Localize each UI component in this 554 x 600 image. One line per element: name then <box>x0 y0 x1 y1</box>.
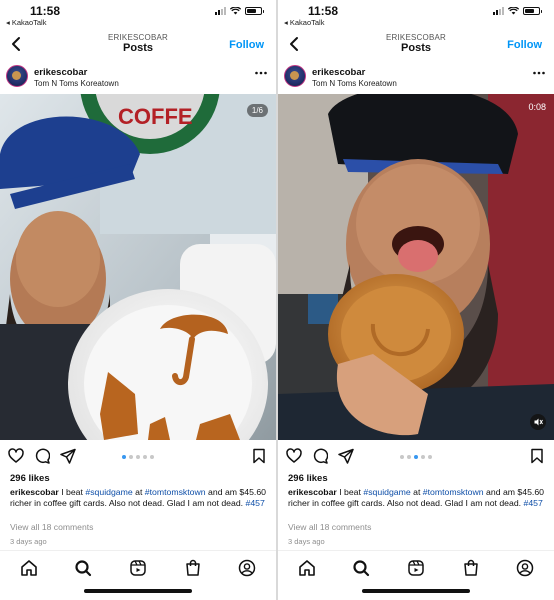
view-comments-link[interactable]: View all 18 comments <box>288 522 371 532</box>
screenshot-pair: 11:58 ◂ KakaoTalk ERIKESCOBAR Posts Foll… <box>0 0 554 600</box>
hashtag-link[interactable]: #457 <box>524 498 543 508</box>
more-icon[interactable] <box>532 68 546 78</box>
post-photo[interactable]: COFFE 1/6 <box>0 94 276 440</box>
bookmark-icon[interactable] <box>251 448 267 464</box>
home-icon[interactable] <box>298 559 316 577</box>
tab-bar <box>278 550 554 600</box>
mute-icon[interactable] <box>530 414 546 430</box>
likes-count[interactable]: 296 likes <box>10 473 50 484</box>
post-actions <box>0 446 276 468</box>
follow-button[interactable]: Follow <box>507 39 542 51</box>
video-timer: 0:08 <box>528 102 546 112</box>
caption-text: at <box>410 487 423 497</box>
search-icon[interactable] <box>352 559 370 577</box>
hashtag-link[interactable]: #squidgame <box>363 487 410 497</box>
avatar[interactable] <box>284 65 306 87</box>
battery-icon <box>523 7 542 15</box>
carousel-counter: 1/6 <box>246 104 268 117</box>
status-time: 11:58 <box>30 4 61 18</box>
caption-username[interactable]: erikescobar <box>10 487 59 497</box>
avatar[interactable] <box>6 65 28 87</box>
back-to-app-link[interactable]: ◂ KakaoTalk <box>284 18 324 27</box>
svg-text:COFFE: COFFE <box>118 104 193 129</box>
carousel-dots <box>278 455 554 459</box>
video-frame-illustration <box>278 94 554 440</box>
back-to-app-link[interactable]: ◂ KakaoTalk <box>6 18 46 27</box>
post-location[interactable]: Tom N Toms Koreatown <box>34 79 119 88</box>
follow-button[interactable]: Follow <box>229 39 264 51</box>
wifi-icon <box>508 7 519 15</box>
more-icon[interactable] <box>254 68 268 78</box>
post-username[interactable]: erikescobar <box>312 67 365 78</box>
post-caption: erikescobar I beat #squidgame at #tomtom… <box>10 487 266 509</box>
caption-username[interactable]: erikescobar <box>288 487 337 497</box>
status-time: 11:58 <box>308 4 339 18</box>
search-icon[interactable] <box>74 559 92 577</box>
bookmark-icon[interactable] <box>529 448 545 464</box>
post-caption: erikescobar I beat #squidgame at #tomtom… <box>288 487 544 509</box>
status-bar: 11:58 ◂ KakaoTalk <box>278 0 554 30</box>
caption-text: I beat <box>336 487 364 497</box>
carousel-dots <box>0 455 276 459</box>
status-bar: 11:58 ◂ KakaoTalk <box>0 0 276 30</box>
profile-icon[interactable] <box>516 559 534 577</box>
nav-bar: ERIKESCOBAR Posts Follow <box>278 30 554 60</box>
caption-text: at <box>132 487 145 497</box>
reels-icon[interactable] <box>407 559 425 577</box>
tab-bar <box>0 550 276 600</box>
profile-icon[interactable] <box>238 559 256 577</box>
home-indicator <box>362 589 470 593</box>
cellular-signal-icon <box>215 7 226 15</box>
phone-screen-right: 11:58 ◂ KakaoTalk ERIKESCOBAR Posts Foll… <box>278 0 554 600</box>
post-header: erikescobar Tom N Toms Koreatown <box>278 60 554 94</box>
nav-bar: ERIKESCOBAR Posts Follow <box>0 30 276 60</box>
hashtag-link[interactable]: #tomtomsktown <box>423 487 484 497</box>
home-indicator <box>84 589 192 593</box>
post-actions <box>278 446 554 468</box>
status-icons <box>215 7 264 15</box>
hashtag-link[interactable]: #tomtomsktown <box>145 487 206 497</box>
post-username[interactable]: erikescobar <box>34 67 87 78</box>
post-video[interactable]: 0:08 <box>278 94 554 440</box>
cellular-signal-icon <box>493 7 504 15</box>
post-timestamp: 3 days ago <box>288 537 325 546</box>
likes-count[interactable]: 296 likes <box>288 473 328 484</box>
battery-icon <box>245 7 264 15</box>
hashtag-link[interactable]: #457 <box>246 498 265 508</box>
post-header: erikescobar Tom N Toms Koreatown <box>0 60 276 94</box>
shop-icon[interactable] <box>462 559 480 577</box>
hashtag-link[interactable]: #squidgame <box>85 487 132 497</box>
phone-screen-left: 11:58 ◂ KakaoTalk ERIKESCOBAR Posts Foll… <box>0 0 276 600</box>
photo-illustration: COFFE <box>0 94 276 440</box>
view-comments-link[interactable]: View all 18 comments <box>10 522 93 532</box>
reels-icon[interactable] <box>129 559 147 577</box>
post-timestamp: 3 days ago <box>10 537 47 546</box>
status-icons <box>493 7 542 15</box>
wifi-icon <box>230 7 241 15</box>
caption-text: I beat <box>58 487 86 497</box>
home-icon[interactable] <box>20 559 38 577</box>
shop-icon[interactable] <box>184 559 202 577</box>
post-location[interactable]: Tom N Toms Koreatown <box>312 79 397 88</box>
